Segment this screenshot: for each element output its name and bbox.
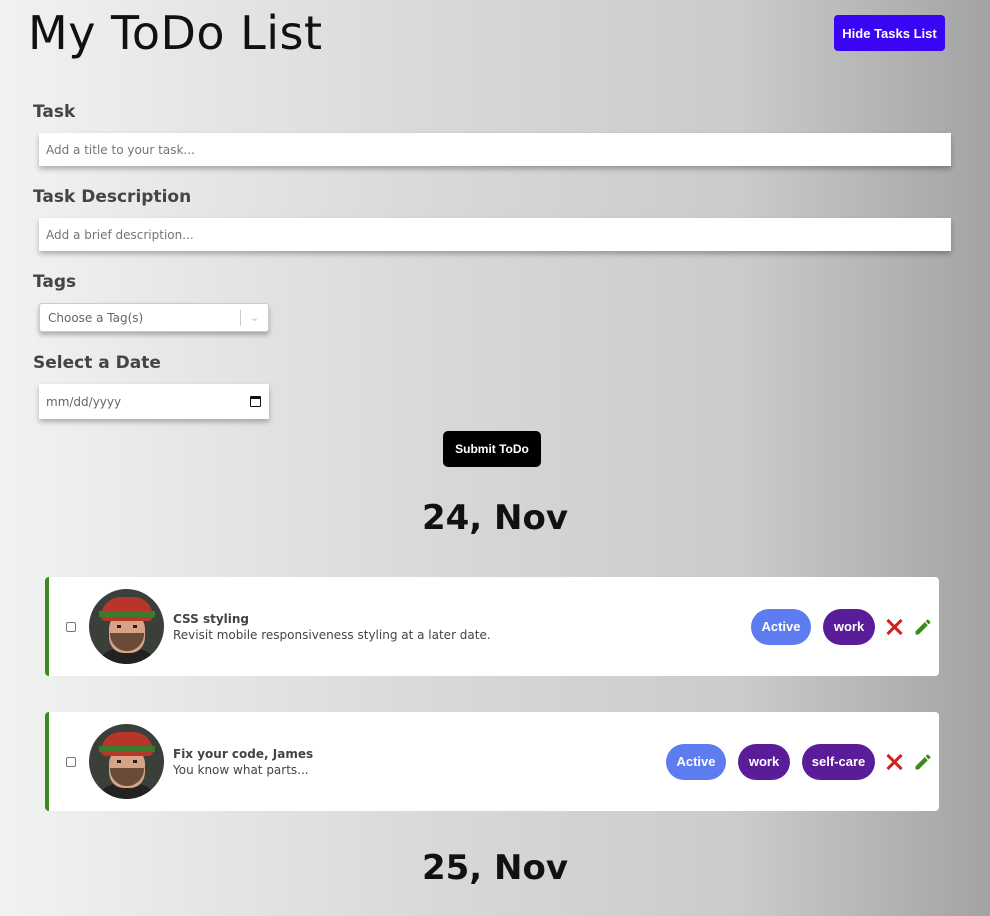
pencil-icon[interactable] xyxy=(913,617,933,637)
tags-select[interactable]: Choose a Tag(s) ⌄ xyxy=(39,303,269,332)
task-text: Fix your code, James You know what parts… xyxy=(173,747,654,777)
delete-icon[interactable] xyxy=(886,753,903,770)
status-badge[interactable]: Active xyxy=(666,743,726,780)
delete-icon[interactable] xyxy=(886,618,903,635)
tags-select-placeholder: Choose a Tag(s) xyxy=(48,310,144,325)
task-description-label: Task Description xyxy=(33,187,192,207)
date-input[interactable]: mm/dd/yyyy xyxy=(39,384,269,419)
chevron-down-icon[interactable]: ⌄ xyxy=(241,311,268,324)
calendar-icon[interactable] xyxy=(250,396,261,407)
date-input-placeholder: mm/dd/yyyy xyxy=(46,394,122,409)
avatar xyxy=(89,589,164,664)
task-checkbox[interactable] xyxy=(66,756,76,767)
select-date-label: Select a Date xyxy=(33,353,161,373)
task-checkbox[interactable] xyxy=(66,621,76,632)
task-title: Fix your code, James xyxy=(173,746,314,761)
avatar xyxy=(89,724,164,799)
hide-tasks-list-button[interactable]: Hide Tasks List xyxy=(834,15,945,51)
date-heading: 25, Nov xyxy=(421,848,569,888)
page-title: My ToDo List xyxy=(28,6,323,60)
tag-badge[interactable]: self-care xyxy=(802,743,875,780)
task-card: Fix your code, James You know what parts… xyxy=(45,712,939,811)
tag-badge[interactable]: work xyxy=(738,743,790,780)
task-description: Revisit mobile responsiveness styling at… xyxy=(173,627,491,642)
task-title: CSS styling xyxy=(173,611,250,626)
date-heading: 24, Nov xyxy=(421,498,569,538)
status-badge[interactable]: Active xyxy=(751,608,811,645)
submit-todo-button[interactable]: Submit ToDo xyxy=(443,431,541,467)
task-label: Task xyxy=(33,102,76,122)
task-description-input[interactable] xyxy=(39,218,951,251)
tag-badge[interactable]: work xyxy=(823,608,875,645)
tags-label: Tags xyxy=(33,272,77,292)
task-description: You know what parts... xyxy=(173,762,309,777)
task-text: CSS styling Revisit mobile responsivenes… xyxy=(173,612,739,642)
task-card: CSS styling Revisit mobile responsivenes… xyxy=(45,577,939,676)
task-title-input[interactable] xyxy=(39,133,951,166)
pencil-icon[interactable] xyxy=(913,752,933,772)
